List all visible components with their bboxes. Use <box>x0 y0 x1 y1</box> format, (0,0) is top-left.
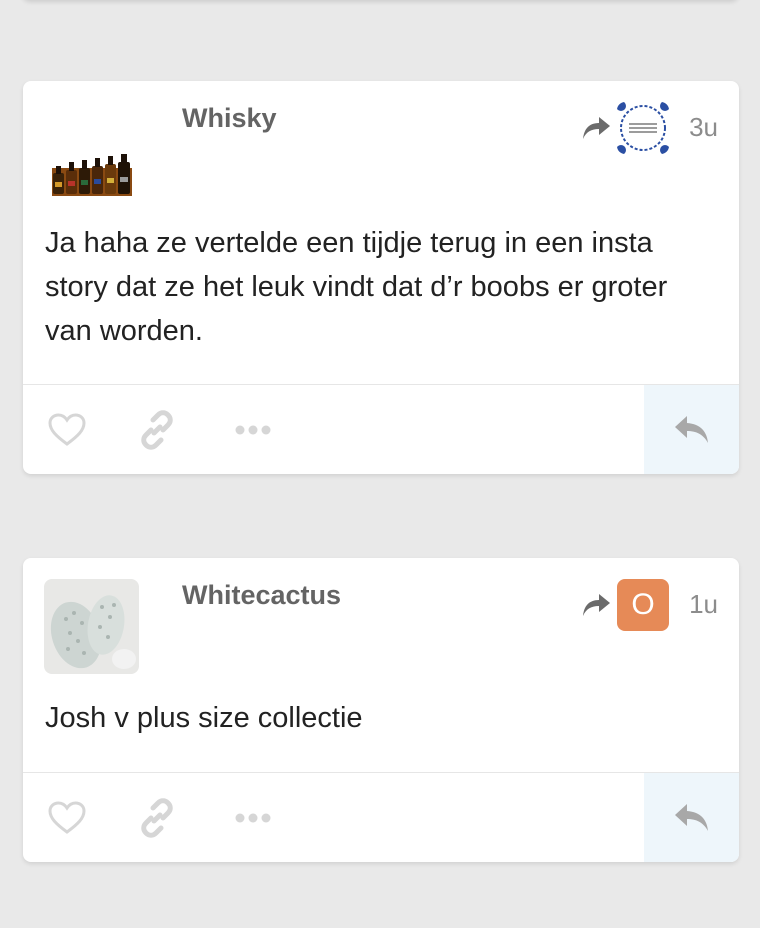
ellipsis-icon <box>235 425 271 434</box>
reply-icon <box>674 803 708 831</box>
more-options-button[interactable] <box>231 773 275 862</box>
link-icon <box>141 409 173 450</box>
post-card: Whisky 3u Ja haha ze vertelde een tijdje… <box>23 81 739 474</box>
post-meta: O 1u <box>581 578 718 631</box>
username[interactable]: Whitecactus <box>182 580 341 611</box>
post-actions <box>23 772 739 862</box>
link-icon <box>141 797 173 838</box>
post-actions <box>23 384 739 474</box>
share-link-button[interactable] <box>135 385 179 474</box>
reply-button[interactable] <box>644 385 739 474</box>
user-avatar[interactable] <box>44 102 139 197</box>
reply-to-avatar[interactable] <box>617 101 670 154</box>
post-content: Josh v plus size collectie <box>45 702 363 734</box>
share-arrow-icon <box>583 593 611 616</box>
more-options-button[interactable] <box>231 385 275 474</box>
post-meta: 3u <box>581 101 718 154</box>
username[interactable]: Whisky <box>182 103 277 134</box>
post-timestamp[interactable]: 3u <box>689 112 718 143</box>
reply-icon <box>674 415 708 443</box>
reply-to-avatar[interactable]: O <box>617 578 670 631</box>
user-avatar[interactable] <box>44 579 139 674</box>
reply-button[interactable] <box>644 773 739 862</box>
post-timestamp[interactable]: 1u <box>689 589 718 620</box>
like-button[interactable] <box>45 385 89 474</box>
delft-tile-avatar-icon <box>617 101 670 154</box>
like-button[interactable] <box>45 773 89 862</box>
whisky-bottles-avatar-icon <box>44 102 139 197</box>
heart-icon <box>48 800 86 834</box>
share-link-button[interactable] <box>135 773 179 862</box>
post-card: Whitecactus O 1u Josh v plus size collec… <box>23 558 739 862</box>
white-cactus-avatar-icon <box>44 579 139 674</box>
ellipsis-icon <box>235 813 271 822</box>
share-arrow-icon <box>583 116 611 139</box>
heart-icon <box>48 412 86 446</box>
post-content: Ja haha ze vertelde een tijdje terug in … <box>45 227 668 347</box>
